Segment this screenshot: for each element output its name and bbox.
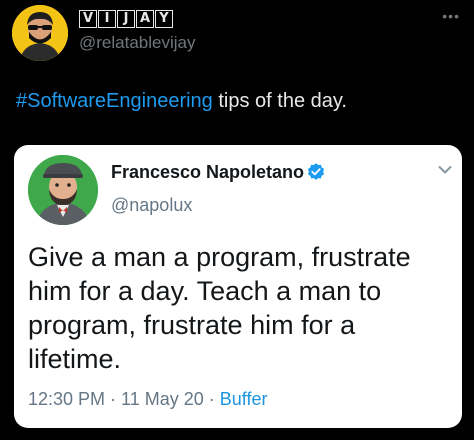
verified-badge-icon	[308, 163, 324, 180]
user-handle[interactable]: @relatablevijay	[79, 33, 195, 53]
meta-separator: ·	[105, 389, 122, 409]
tweet-header: V I J A Y @relatablevijay •••	[0, 0, 474, 70]
meta-separator: ·	[203, 389, 220, 409]
quoted-author-avatar[interactable]	[28, 155, 98, 225]
user-avatar-illustration	[12, 5, 68, 61]
tweet-date[interactable]: 11 May 20	[121, 389, 204, 409]
tweet-source-link[interactable]: Buffer	[220, 389, 268, 409]
avatar[interactable]	[12, 5, 68, 61]
hashtag-link[interactable]: #SoftwareEngineering	[16, 90, 213, 112]
more-horizontal-icon[interactable]: •••	[442, 8, 460, 24]
chevron-down-icon[interactable]	[438, 165, 452, 175]
quoted-tweet-meta: 12:30 PM · 11 May 20 · Buffer	[28, 389, 267, 410]
quoted-author-handle[interactable]: @napolux	[111, 195, 192, 216]
display-name-letter: V	[79, 10, 97, 28]
tweet-time: 12:30 PM	[28, 389, 106, 409]
display-name-letter: A	[136, 10, 154, 28]
author-avatar-illustration	[28, 155, 98, 225]
tweet-text: #SoftwareEngineering tips of the day.	[16, 90, 347, 113]
display-name-letter: I	[98, 10, 116, 28]
quoted-author-name[interactable]: Francesco Napoletano	[111, 162, 304, 183]
quoted-tweet-text: Give a man a program, frustrate him for …	[28, 242, 411, 374]
tweet-text-rest: tips of the day.	[212, 90, 347, 112]
display-name-letter: J	[117, 10, 135, 28]
quoted-tweet-card[interactable]: Francesco Napoletano @napolux Give a man…	[14, 145, 462, 428]
display-name[interactable]: V I J A Y	[79, 10, 174, 30]
display-name-letter: Y	[155, 10, 173, 28]
